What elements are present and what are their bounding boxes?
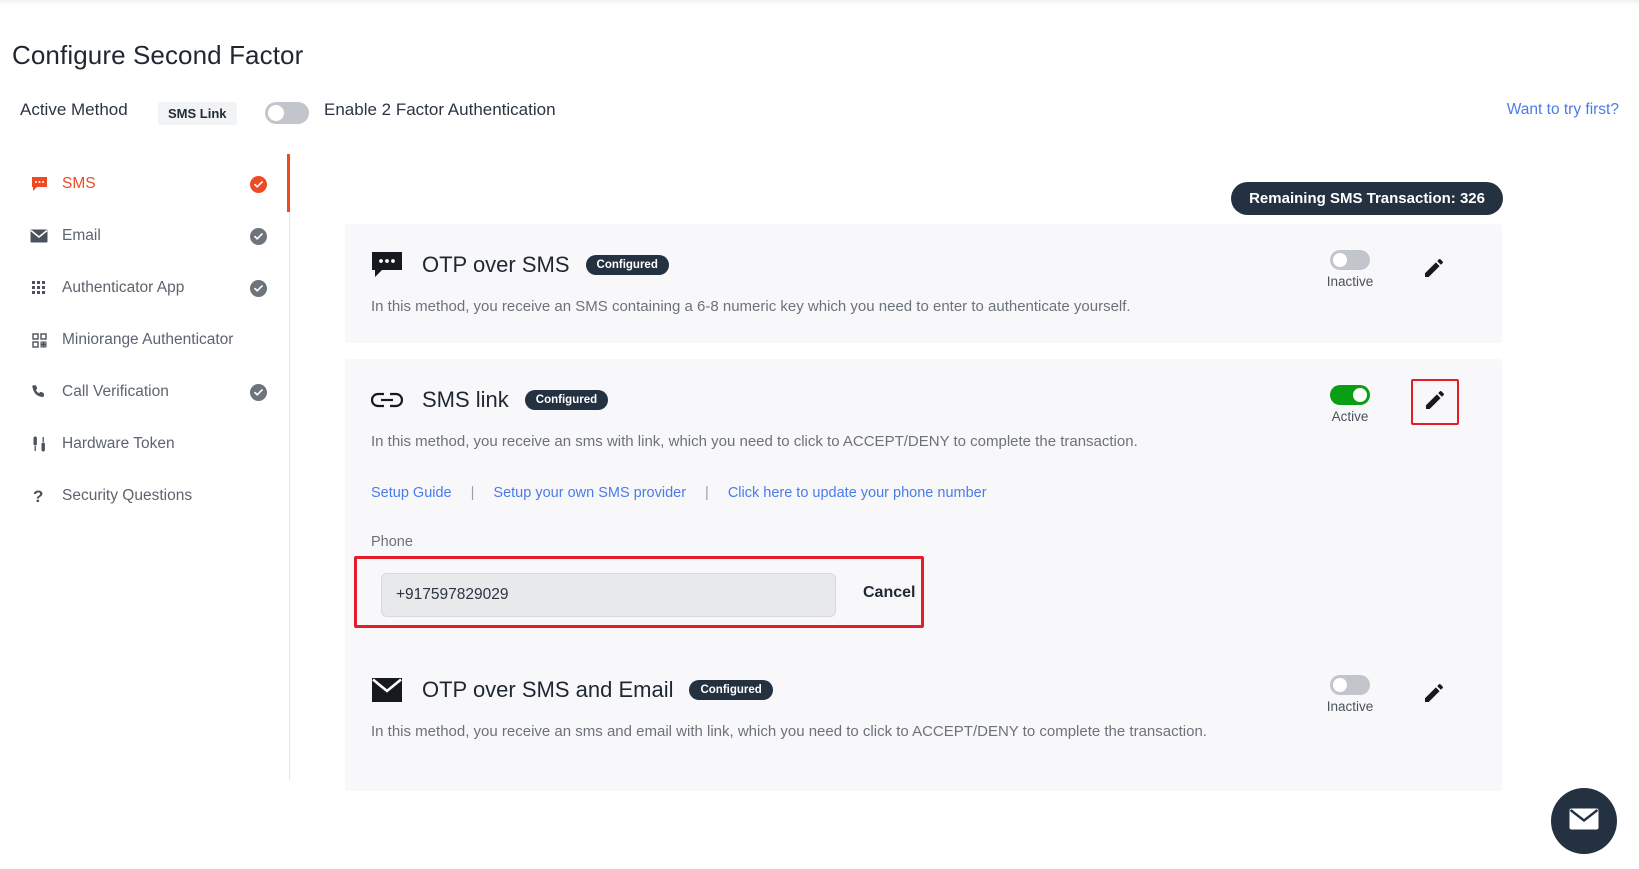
link-separator: | (705, 485, 709, 501)
edit-method-button[interactable] (1416, 250, 1452, 290)
card-title: OTP over SMS and Email (422, 677, 674, 702)
sidebar-item-call-verification[interactable]: Call Verification (0, 366, 289, 418)
configured-check-icon (250, 175, 267, 193)
phone-edit-highlight: Cancel (354, 556, 924, 628)
method-card-otp-over-sms: OTP over SMS Configured In this method, … (345, 224, 1502, 343)
sidebar-item-label: Hardware Token (62, 435, 175, 452)
envelope-icon (1569, 808, 1599, 835)
active-method-chip: SMS Link (158, 102, 237, 125)
method-toggle-wrap: Inactive (1318, 675, 1382, 714)
cancel-button[interactable]: Cancel (857, 583, 921, 603)
configure-second-factor-page: Configure Second Factor Active Method SM… (0, 0, 1639, 869)
want-to-try-first-link[interactable]: Want to try first? (1507, 101, 1619, 119)
sidebar-item-email[interactable]: Email (0, 210, 289, 262)
method-toggle-wrap: Active (1318, 385, 1382, 424)
page-title: Configure Second Factor (12, 40, 304, 70)
sidebar-item-label: SMS (62, 175, 96, 192)
phone-input[interactable] (381, 573, 836, 617)
support-chat-button[interactable] (1551, 788, 1617, 854)
top-strip (0, 0, 1639, 14)
status-badge: Configured (524, 390, 609, 410)
method-toggle[interactable] (1330, 250, 1370, 270)
method-sidebar: SMS Email Authenticator App Miniorange A… (0, 154, 290, 780)
card-title: OTP over SMS (422, 252, 570, 277)
pencil-icon (1423, 388, 1447, 417)
setup-guide-link[interactable]: Setup Guide (371, 485, 452, 501)
link-icon (371, 383, 407, 417)
toggle-state-label: Inactive (1326, 699, 1374, 714)
sidebar-item-authenticator-app[interactable]: Authenticator App (0, 262, 289, 314)
sidebar-item-label: Call Verification (62, 383, 169, 400)
active-method-label: Active Method (20, 100, 128, 119)
sidebar-item-miniorange-authenticator[interactable]: Miniorange Authenticator (0, 314, 289, 366)
second-factor-subbar: Active Method SMS Link Enable 2 Factor A… (0, 98, 1639, 140)
sidebar-item-label: Miniorange Authenticator (62, 331, 234, 348)
toggle-knob (1333, 253, 1347, 267)
svg-text:?: ? (33, 487, 43, 505)
methods-panel: Remaining SMS Transaction: 326 OTP over … (290, 158, 1639, 869)
method-toggle[interactable] (1330, 385, 1370, 405)
envelope-icon (371, 673, 407, 707)
sidebar-item-hardware-token[interactable]: Hardware Token (0, 418, 289, 470)
status-badge: Configured (585, 255, 669, 275)
sidebar-item-security-questions[interactable]: ? Security Questions (0, 470, 289, 522)
sidebar-item-label: Authenticator App (62, 279, 185, 296)
edit-method-button[interactable] (1411, 379, 1459, 425)
update-phone-number-link[interactable]: Click here to update your phone number (728, 485, 987, 501)
link-separator: | (470, 485, 475, 501)
card-title: SMS link (422, 387, 509, 412)
sidebar-item-label: Email (62, 227, 101, 244)
configured-check-icon (250, 383, 267, 401)
sms-link-actions: Setup Guide | Setup your own SMS provide… (371, 485, 987, 501)
pencil-icon (1422, 681, 1446, 710)
sidebar-item-label: Security Questions (62, 487, 193, 504)
status-badge: Configured (689, 680, 773, 700)
sidebar-item-sms[interactable]: SMS (0, 154, 290, 212)
hardware-token-icon (28, 436, 50, 452)
question-mark-icon: ? (28, 487, 50, 505)
chat-bubble-icon (28, 176, 50, 192)
edit-method-button[interactable] (1416, 675, 1452, 715)
method-card-otp-over-sms-and-email: OTP over SMS and Email Configured In thi… (345, 649, 1502, 772)
chat-bubble-icon (371, 248, 407, 282)
toggle-state-label: Active (1331, 409, 1369, 424)
method-toggle-wrap: Inactive (1318, 250, 1382, 289)
enable-2fa-label: Enable 2 Factor Authentication (324, 100, 556, 119)
pencil-icon (1422, 256, 1446, 285)
configured-check-icon (250, 227, 267, 245)
toggle-state-label: Inactive (1326, 274, 1374, 289)
remaining-sms-transaction-badge: Remaining SMS Transaction: 326 (1231, 182, 1503, 215)
grid-dots-icon (28, 281, 50, 295)
setup-own-sms-provider-link[interactable]: Setup your own SMS provider (493, 485, 686, 501)
configured-check-icon (250, 279, 267, 297)
phone-icon (28, 384, 50, 400)
qr-code-icon (28, 332, 50, 348)
envelope-icon (28, 229, 50, 243)
toggle-knob (1353, 388, 1367, 402)
enable-2fa-toggle[interactable] (265, 102, 309, 124)
phone-field-label: Phone (371, 534, 413, 550)
method-toggle[interactable] (1330, 675, 1370, 695)
toggle-knob (1333, 678, 1347, 692)
toggle-knob (268, 105, 284, 121)
